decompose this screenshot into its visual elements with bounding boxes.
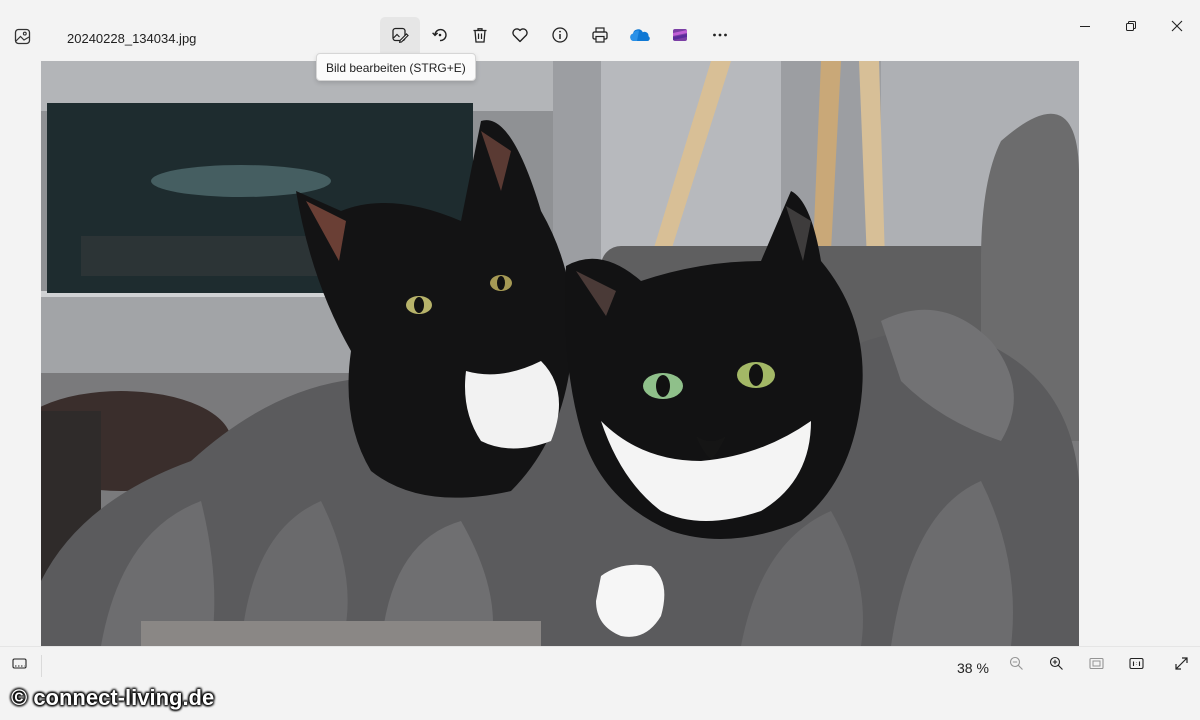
close-icon bbox=[1171, 19, 1183, 37]
fit-to-window-icon bbox=[1088, 656, 1104, 676]
photo-canvas[interactable] bbox=[41, 61, 1079, 646]
status-divider bbox=[41, 655, 42, 677]
edit-image-tooltip: Bild bearbeiten (STRG+E) bbox=[316, 53, 476, 81]
onedrive-button[interactable] bbox=[620, 17, 660, 57]
file-name: 20240228_134034.jpg bbox=[67, 31, 197, 46]
zoom-in-button[interactable] bbox=[1046, 656, 1066, 676]
info-icon bbox=[551, 26, 569, 49]
heart-icon bbox=[511, 26, 529, 49]
edit-image-icon bbox=[391, 26, 409, 49]
actual-size-icon bbox=[1128, 656, 1144, 676]
rotate-button[interactable] bbox=[420, 17, 460, 57]
watermark: © connect-living.de bbox=[11, 685, 215, 710]
printer-icon bbox=[591, 26, 609, 49]
restore-button[interactable] bbox=[1108, 10, 1154, 46]
filmstrip-icon bbox=[11, 656, 27, 676]
clipchamp-button[interactable] bbox=[660, 17, 700, 57]
fullscreen-icon bbox=[1174, 656, 1189, 676]
zoom-in-icon bbox=[1049, 656, 1064, 676]
minimize-icon bbox=[1079, 19, 1091, 37]
onedrive-cloud-icon bbox=[629, 26, 651, 49]
rotate-icon bbox=[431, 26, 449, 49]
zoom-out-button[interactable] bbox=[1006, 656, 1026, 676]
info-button[interactable] bbox=[540, 17, 580, 57]
delete-button[interactable] bbox=[460, 17, 500, 57]
restore-icon bbox=[1125, 19, 1137, 37]
more-button[interactable] bbox=[700, 17, 740, 57]
edit-image-button[interactable] bbox=[380, 17, 420, 57]
trash-icon bbox=[471, 26, 489, 49]
close-button[interactable] bbox=[1154, 10, 1200, 46]
clipchamp-icon bbox=[671, 26, 689, 49]
status-bar: 38 % bbox=[0, 646, 1200, 682]
filmstrip-button[interactable] bbox=[9, 656, 29, 676]
cat-photo bbox=[41, 61, 1079, 646]
title-bar: 20240228_134034.jpg bbox=[0, 0, 1200, 61]
fullscreen-button[interactable] bbox=[1171, 656, 1191, 676]
print-button[interactable] bbox=[580, 17, 620, 57]
actual-size-button[interactable] bbox=[1126, 656, 1146, 676]
zoom-level: 38 % bbox=[957, 660, 989, 676]
fit-to-window-button[interactable] bbox=[1086, 656, 1106, 676]
photos-app-icon bbox=[14, 28, 31, 45]
minimize-button[interactable] bbox=[1062, 10, 1108, 46]
favorite-button[interactable] bbox=[500, 17, 540, 57]
more-icon bbox=[711, 26, 729, 49]
zoom-out-icon bbox=[1009, 656, 1024, 676]
